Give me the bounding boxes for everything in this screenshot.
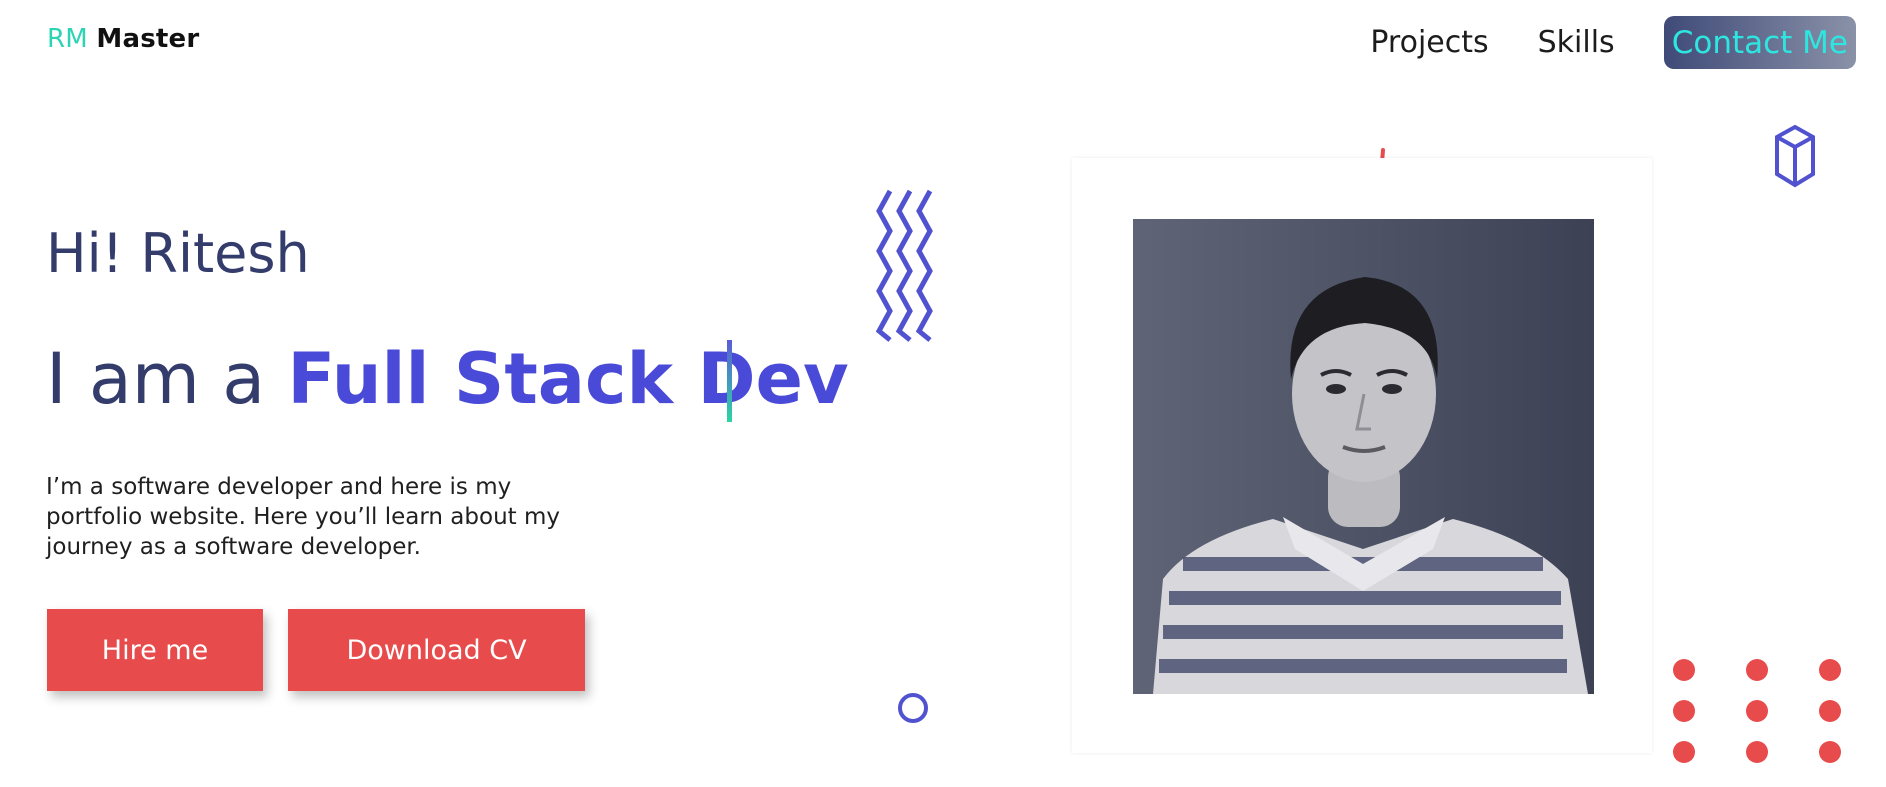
logo-prefix: RM xyxy=(47,24,88,54)
logo[interactable]: RM Master xyxy=(47,24,199,54)
download-cv-button[interactable]: Download CV xyxy=(288,609,585,691)
nav-projects[interactable]: Projects xyxy=(1370,25,1488,60)
contact-button[interactable]: Contact Me xyxy=(1663,16,1856,69)
intro-text: I’m a software developer and here is my … xyxy=(46,474,560,560)
dot-grid-icon xyxy=(1673,659,1841,763)
profile-photo xyxy=(1133,219,1594,694)
headline-prefix: I am a xyxy=(46,338,288,420)
zigzag-icon xyxy=(876,189,933,342)
profile-portrait xyxy=(1133,219,1594,694)
nav-skills[interactable]: Skills xyxy=(1538,25,1615,60)
main-nav: Projects Skills Contact Me xyxy=(1370,15,1856,70)
headline-role: Full Stack Dev xyxy=(287,338,849,420)
ring-icon xyxy=(898,693,928,723)
logo-name: Master xyxy=(96,24,200,54)
hire-me-button[interactable]: Hire me xyxy=(47,609,263,691)
typing-cursor xyxy=(727,340,732,422)
greeting: Hi! Ritesh xyxy=(46,222,310,285)
box-icon xyxy=(1775,124,1815,188)
